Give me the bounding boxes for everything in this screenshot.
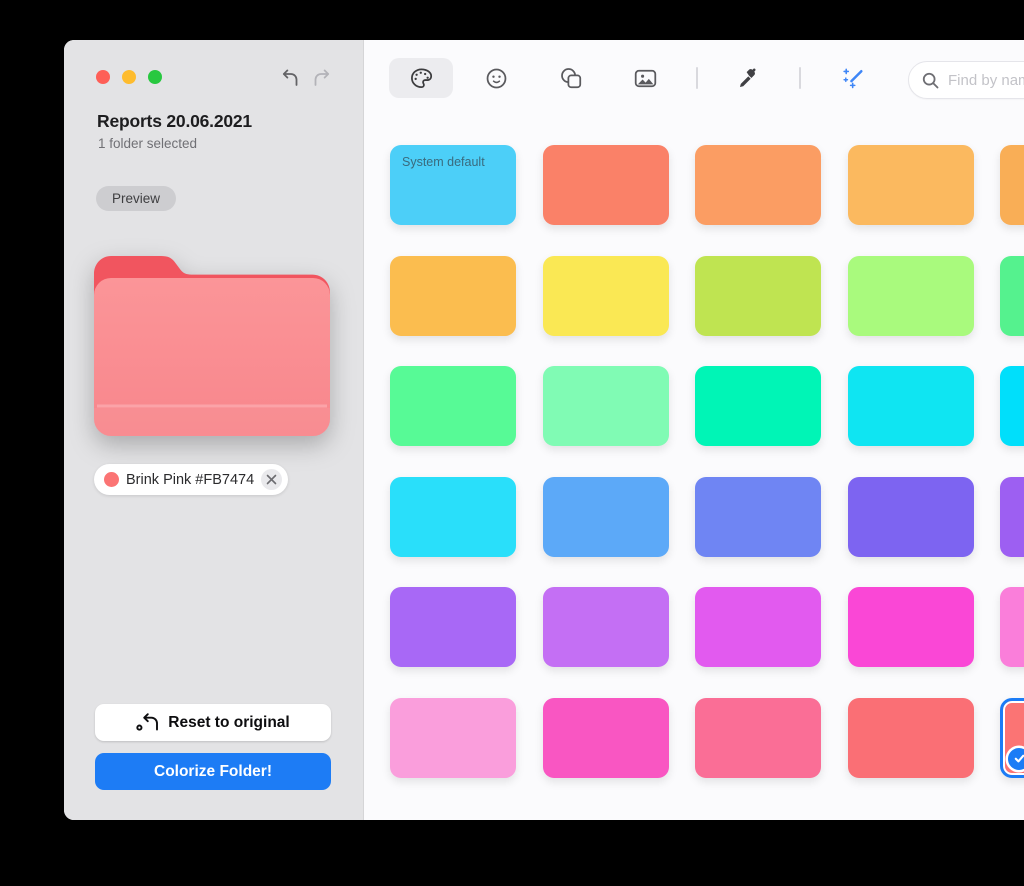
color-swatch[interactable] [1000,477,1024,557]
reset-button-label: Reset to original [168,714,289,732]
color-swatch[interactable] [1000,256,1024,336]
magic-wand-icon [841,66,866,91]
color-swatch[interactable] [848,145,974,225]
swatch-label: System default [402,155,485,169]
folder-icon [94,240,330,438]
page-title: Reports 20.06.2021 [97,111,252,132]
zoom-window-button[interactable] [148,70,162,84]
color-chip-label: Brink Pink #FB7474 [126,472,254,488]
palette-tool-button[interactable] [389,58,453,98]
color-swatch[interactable] [390,366,516,446]
color-swatch[interactable] [1000,587,1024,667]
undo-button[interactable] [276,64,304,92]
redo-button[interactable] [308,64,336,92]
emoji-tool-button[interactable] [474,58,518,98]
magic-wand-tool-button[interactable] [831,58,875,98]
color-swatch[interactable] [695,698,821,778]
app-window: Reports 20.06.2021 1 folder selected Pre… [64,40,1024,820]
smiley-icon [484,66,509,91]
reset-to-original-button[interactable]: Reset to original [95,704,331,741]
desktop-background: { "titlebar": { "icons": ["undo-icon", "… [0,0,1024,886]
color-swatch[interactable] [390,256,516,336]
close-icon [266,474,277,485]
color-swatch[interactable] [848,256,974,336]
color-swatch[interactable] [695,145,821,225]
color-swatch[interactable] [543,587,669,667]
color-swatch[interactable] [695,256,821,336]
selected-color-chip: Brink Pink #FB7474 [94,464,288,495]
color-swatch[interactable]: System default [390,145,516,225]
reset-undo-icon [136,712,160,734]
color-swatch[interactable] [543,256,669,336]
shapes-tool-button[interactable] [549,58,593,98]
folder-preview [94,240,330,438]
image-icon [633,66,658,91]
color-swatch[interactable] [695,366,821,446]
palette-icon [409,66,434,91]
color-swatch[interactable] [848,698,974,778]
color-swatch[interactable] [1000,698,1024,778]
close-window-button[interactable] [96,70,110,84]
redo-icon [310,67,334,89]
search-input[interactable] [948,72,1024,89]
minimize-window-button[interactable] [122,70,136,84]
color-swatch[interactable] [543,698,669,778]
color-swatch[interactable] [695,477,821,557]
search-field[interactable] [908,61,1024,99]
toolbar-divider [696,67,698,89]
undo-icon [278,67,302,89]
colorize-folder-button[interactable]: Colorize Folder! [95,753,331,790]
color-swatch-grid: System default [390,145,1024,778]
color-swatch[interactable] [848,366,974,446]
toolbar-divider [799,67,801,89]
color-dot [104,472,119,487]
color-swatch[interactable] [543,366,669,446]
search-icon [921,71,940,90]
shapes-icon [559,66,584,91]
sidebar: Reports 20.06.2021 1 folder selected Pre… [64,40,364,820]
color-swatch[interactable] [848,587,974,667]
selected-check-icon [1008,748,1024,770]
eyedropper-tool-button[interactable] [726,58,770,98]
eyedropper-icon [736,66,761,91]
color-swatch[interactable] [1000,145,1024,225]
color-swatch[interactable] [390,477,516,557]
preview-badge: Preview [96,186,176,211]
image-tool-button[interactable] [623,58,667,98]
color-swatch[interactable] [543,145,669,225]
color-swatch[interactable] [390,587,516,667]
color-swatch[interactable] [543,477,669,557]
color-swatch[interactable] [695,587,821,667]
main-panel: System default [364,40,1024,820]
color-swatch[interactable] [848,477,974,557]
remove-color-button[interactable] [261,469,282,490]
color-swatch[interactable] [390,698,516,778]
color-swatch[interactable] [1000,366,1024,446]
selection-count-label: 1 folder selected [98,136,197,151]
colorize-button-label: Colorize Folder! [154,763,272,781]
